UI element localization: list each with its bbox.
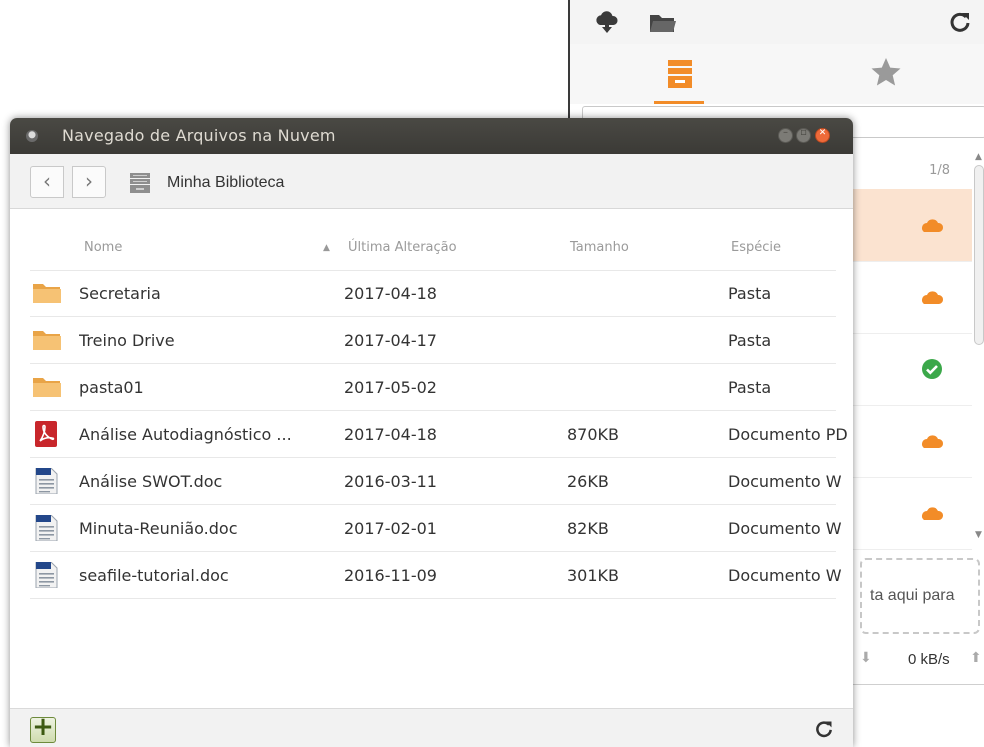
file-kind: Documento W (728, 472, 842, 491)
column-header-name[interactable]: Nome (84, 240, 122, 255)
minimize-button[interactable]: – (778, 127, 793, 143)
tab-starred[interactable] (856, 52, 916, 98)
file-modified: 2016-11-09 (344, 566, 437, 585)
file-name: pasta01 (79, 378, 144, 397)
file-modified: 2017-05-02 (344, 378, 437, 397)
folder-icon (32, 280, 62, 306)
drop-zone-hint: ta aqui para (870, 587, 955, 604)
file-kind: Pasta (728, 284, 772, 303)
window-title: Navegado de Arquivos na Nuvem (62, 126, 336, 145)
refresh-icon (816, 721, 832, 738)
breadcrumb[interactable]: Minha Biblioteca (167, 174, 284, 192)
scroll-up-arrow-icon[interactable]: ▲ (975, 152, 982, 162)
chevron-right-icon: › (85, 169, 93, 193)
file-kind: Pasta (728, 331, 772, 350)
doc-icon (32, 561, 62, 589)
app-icon (26, 130, 38, 142)
table-row[interactable]: Secretaria 2017-04-18 Pasta (30, 270, 836, 317)
forward-button[interactable]: › (72, 166, 106, 198)
file-kind: Documento PD (728, 425, 848, 444)
folder-icon (32, 327, 62, 353)
scroll-down-arrow-icon[interactable]: ▼ (975, 530, 982, 540)
maximize-button[interactable]: ▫ (796, 127, 811, 143)
star-icon (871, 58, 901, 86)
table-row[interactable]: Minuta-Reunião.doc 2017-02-01 82KB Document… (30, 505, 842, 552)
file-table-header: Nome ▲ Última Alteração Tamanho Espécie (10, 208, 853, 271)
cloud-file-browser-dialog: Navegado de Arquivos na Nuvem – ▫ ✕ ‹ › … (10, 118, 853, 747)
client-tabs (570, 44, 984, 104)
download-arrow-icon: ⬇ (860, 650, 872, 666)
pdf-icon (32, 421, 62, 447)
add-button[interactable]: + (30, 712, 56, 743)
folder-icon (32, 374, 62, 400)
file-name: Secretaria (79, 284, 161, 303)
table-row[interactable]: Análise SWOT.doc 2016-03-11 26KB Documento … (30, 458, 842, 505)
file-name: Treino Drive (79, 331, 175, 350)
close-button[interactable]: ✕ (815, 128, 830, 143)
navigation-bar: ‹ › Minha Biblioteca (10, 154, 853, 209)
file-name: seafile-tutorial.doc (79, 566, 229, 585)
refresh-button[interactable] (814, 719, 834, 739)
cloud-icon (922, 219, 944, 232)
file-modified: 2017-04-17 (344, 331, 437, 350)
back-button[interactable]: ‹ (30, 166, 64, 198)
plus-icon: + (32, 712, 54, 742)
cloud-download-icon[interactable] (594, 10, 620, 36)
column-header-size[interactable]: Tamanho (570, 240, 629, 255)
folder-open-icon[interactable] (648, 10, 676, 36)
synced-check-icon (922, 359, 942, 379)
client-toolbar (570, 0, 984, 44)
transfer-rate-value: 0 kB/s (908, 651, 950, 668)
client-list-scrollbar[interactable] (974, 165, 984, 345)
bottom-toolbar: + (10, 708, 853, 747)
library-stack-icon (668, 60, 692, 88)
table-row[interactable]: Análise Autodiagnóstico ... 2017-04-18 870… (30, 411, 848, 458)
file-size: 82KB (567, 519, 609, 538)
file-size: 301KB (567, 566, 620, 585)
file-modified: 2017-02-01 (344, 519, 437, 538)
refresh-icon[interactable] (948, 10, 974, 36)
library-icon (128, 172, 152, 194)
title-bar[interactable]: Navegado de Arquivos na Nuvem – ▫ ✕ (10, 118, 853, 154)
file-size: 26KB (567, 472, 609, 491)
file-name: Análise Autodiagnóstico ... (79, 425, 292, 444)
table-row[interactable]: seafile-tutorial.doc 2016-11-09 301KB Docum… (30, 552, 842, 599)
tab-libraries[interactable] (650, 52, 710, 98)
doc-icon (32, 467, 62, 495)
table-row[interactable]: Treino Drive 2017-04-17 Pasta (30, 317, 836, 364)
file-name: Minuta-Reunião.doc (79, 519, 238, 538)
sort-ascending-icon: ▲ (323, 243, 330, 253)
column-header-kind[interactable]: Espécie (731, 240, 781, 255)
cloud-icon (922, 291, 944, 304)
cloud-icon (922, 435, 944, 448)
file-kind: Documento W (728, 566, 842, 585)
chevron-left-icon: ‹ (43, 169, 51, 193)
column-header-modified[interactable]: Última Alteração (348, 240, 457, 255)
file-modified: 2017-04-18 (344, 284, 437, 303)
file-kind: Documento W (728, 519, 842, 538)
upload-arrow-icon: ⬆ (970, 650, 982, 666)
active-tab-indicator (654, 101, 704, 104)
transfer-rate: ⬇ 0 kB/s ⬆ (860, 648, 984, 674)
cloud-icon (922, 507, 944, 520)
file-modified: 2017-04-18 (344, 425, 437, 444)
file-modified: 2016-03-11 (344, 472, 437, 491)
file-size: 870KB (567, 425, 620, 444)
file-kind: Pasta (728, 378, 772, 397)
file-name: Análise SWOT.doc (79, 472, 223, 491)
pager-label: 1/8 (929, 163, 950, 178)
table-row[interactable]: pasta01 2017-05-02 Pasta (30, 364, 836, 411)
doc-icon (32, 514, 62, 542)
